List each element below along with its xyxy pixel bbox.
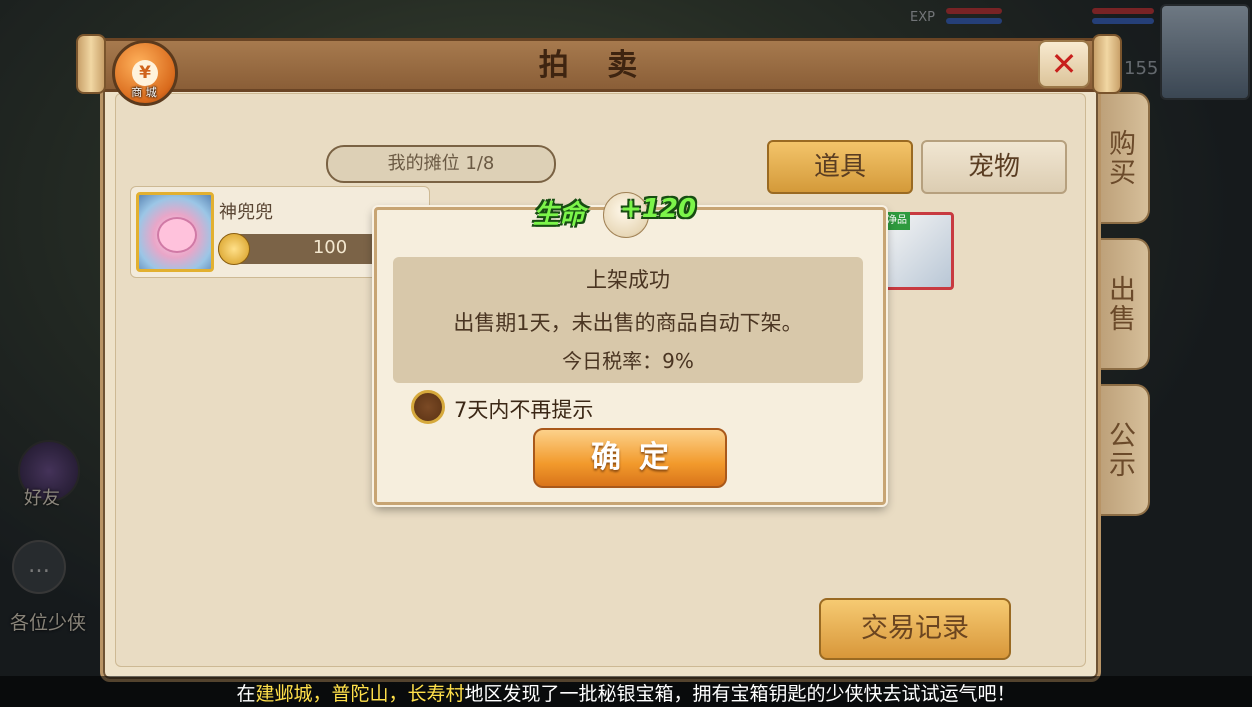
listing-price: 100 — [312, 237, 348, 258]
announcement-text: 在建邺城，普陀山，长寿村地区发现了一批秘银宝箱，拥有宝箱钥匙的少侠快去试试运气吧… — [0, 679, 1252, 706]
inventory-item-slot[interactable]: 净品 — [884, 212, 954, 290]
item-tag: 净品 — [884, 212, 910, 230]
dialog-tax-rate: 今日税率：9% — [562, 349, 694, 373]
coin-icon — [218, 233, 250, 265]
effect-stat-value: +120 — [620, 194, 697, 224]
dont-remind-label[interactable]: 7天内不再提示 — [454, 394, 593, 424]
pet-face-icon — [157, 217, 197, 253]
shop-label: 商 城 — [131, 86, 157, 99]
announcement-places: 建邺城，普陀山，长寿村 — [255, 683, 465, 705]
trade-history-button[interactable]: 交易记录 — [819, 598, 1011, 660]
dont-remind-checkbox[interactable] — [411, 390, 445, 424]
dialog-sale-period: 出售期1天，未出售的商品自动下架。 — [453, 311, 803, 335]
pet-item-icon — [136, 192, 214, 272]
tab-items[interactable]: 道具 — [767, 140, 913, 194]
confirm-button[interactable]: 确定 — [533, 428, 727, 488]
page-title: 拍 卖 — [538, 48, 652, 83]
announcement-suffix: 地区发现了一批秘银宝箱，拥有宝箱钥匙的少侠快去试试运气吧！ — [464, 683, 1016, 705]
listing-name: 神兜兜 — [219, 202, 273, 223]
dialog-title: 上架成功 — [586, 268, 670, 292]
announcement-prefix: 在 — [236, 683, 256, 705]
effect-stat-label: 生命 — [533, 200, 586, 230]
yen-icon: ¥ — [132, 60, 158, 86]
tab-pets[interactable]: 宠物 — [921, 140, 1067, 194]
my-stall-label: 我的摊位 1/8 — [326, 145, 556, 183]
close-button[interactable]: ✕ — [1038, 40, 1090, 88]
